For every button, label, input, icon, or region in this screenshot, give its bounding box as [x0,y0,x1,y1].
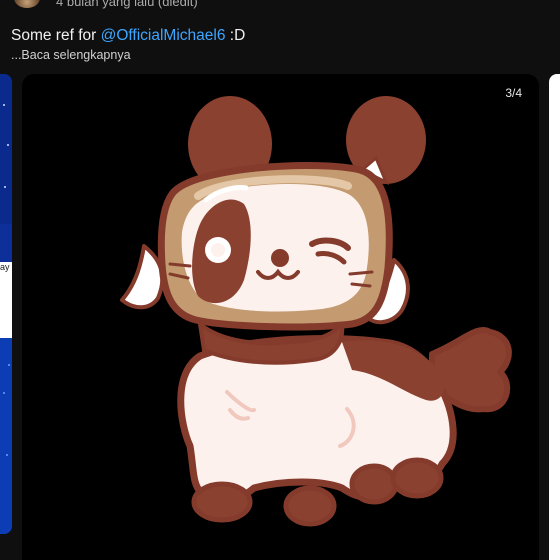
post-header: 4 bulan yang lalu (diedit) [0,0,560,20]
cat-drawing [120,96,512,527]
post-text-prefix: Some ref for [11,27,101,44]
previous-slide[interactable]: ay [0,74,12,534]
post-text-suffix: :D [225,27,246,44]
post-timestamp: 4 bulan yang lalu (diedit) [56,0,198,9]
next-slide[interactable] [549,74,560,560]
read-more-link[interactable]: ...Baca selengkapnya [11,48,131,62]
mention-link[interactable]: @OfficialMichael6 [101,27,226,44]
previous-slide-text: ay [0,262,10,272]
current-slide[interactable]: 3/4 [22,74,539,560]
post-text: Some ref for @OfficialMichael6 :D [11,27,245,45]
image-carousel[interactable]: ay 3/4 [0,74,560,560]
slide-counter: 3/4 [505,86,522,100]
channel-avatar[interactable] [14,0,40,8]
